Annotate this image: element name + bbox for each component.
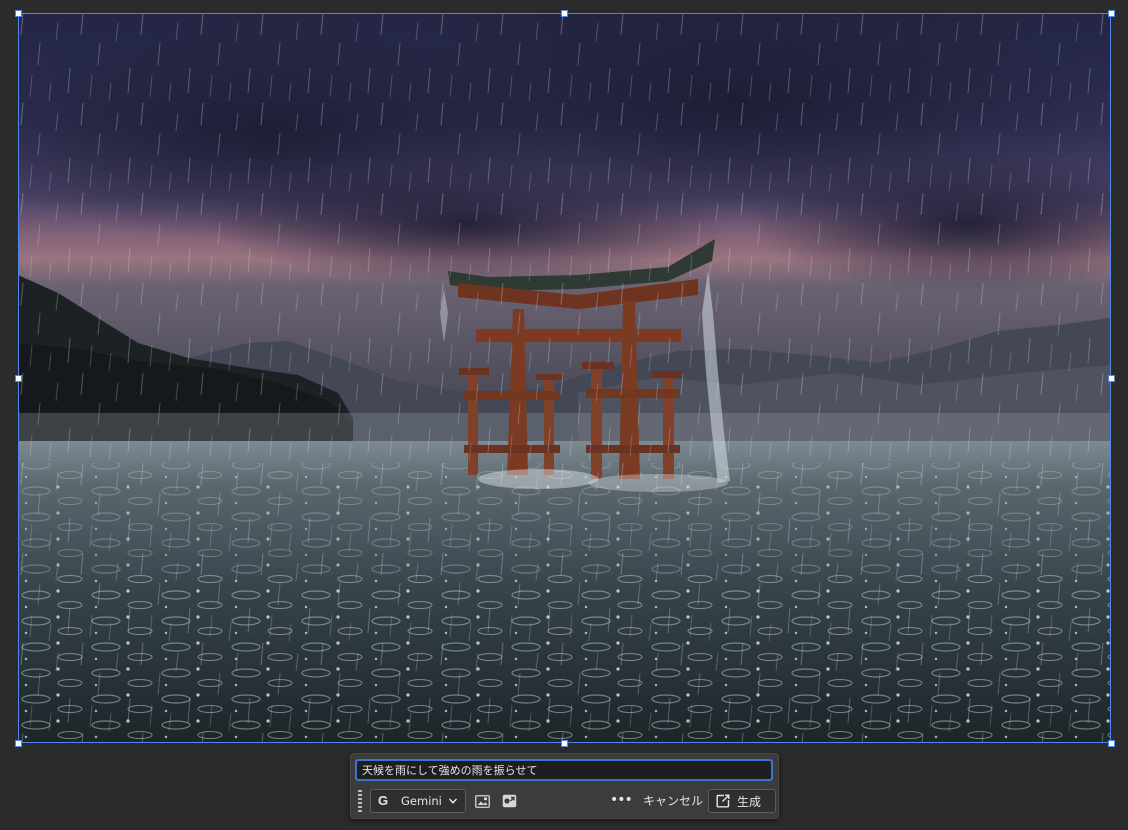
generate-button[interactable]: 生成 [708, 789, 776, 813]
more-options-icon[interactable]: ••• [610, 791, 633, 811]
cancel-button[interactable]: キャンセル [637, 791, 709, 811]
resize-handle-left[interactable] [15, 375, 22, 382]
resize-handle-top[interactable] [561, 10, 568, 17]
generate-icon [716, 794, 730, 808]
image-reference-icon [474, 794, 490, 808]
resize-handle-bottom-right[interactable] [1108, 740, 1115, 747]
image-reference-button[interactable] [473, 792, 491, 810]
chevron-down-icon [448, 798, 458, 804]
resize-handle-top-left[interactable] [15, 10, 22, 17]
model-select[interactable]: G Gemini [370, 789, 466, 813]
style-reference-icon [502, 794, 516, 808]
resize-handle-right[interactable] [1108, 375, 1115, 382]
generate-label: 生成 [737, 794, 762, 809]
drag-grip-icon[interactable] [358, 790, 362, 812]
generative-prompt-panel: G Gemini [350, 753, 779, 819]
resize-handle-bottom[interactable] [561, 740, 568, 747]
resize-handle-top-right[interactable] [1108, 10, 1115, 17]
canvas-workspace: G Gemini [0, 0, 1128, 830]
prompt-input[interactable] [355, 759, 773, 781]
model-label: Gemini [401, 794, 442, 808]
resize-handle-bottom-left[interactable] [15, 740, 22, 747]
style-reference-button[interactable] [500, 792, 518, 810]
google-g-icon: G [378, 793, 389, 808]
prompt-toolbar: G Gemini ••• キャンセル 生成 [351, 788, 778, 814]
generated-image[interactable] [18, 13, 1111, 743]
